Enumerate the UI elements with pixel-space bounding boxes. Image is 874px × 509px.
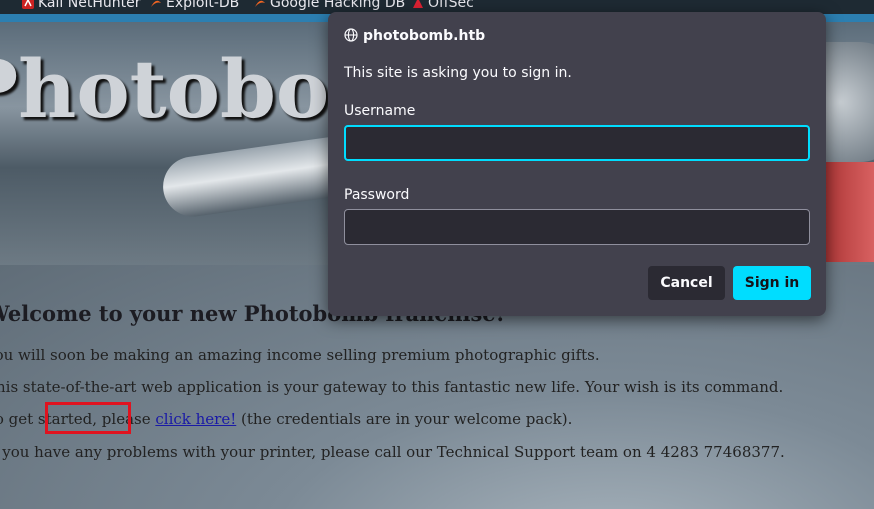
dialog-site: photobomb.htb (363, 28, 486, 44)
login-link[interactable]: click here! (155, 410, 236, 428)
dialog-message: This site is asking you to sign in. (344, 65, 572, 81)
bookmark-google-hacking-db[interactable]: Google Hacking DB (254, 0, 405, 11)
intro-paragraph: You will soon be making an amazing incom… (0, 346, 600, 364)
printer-part-image (820, 162, 874, 262)
exploitdb-icon (151, 0, 161, 7)
username-label: Username (344, 103, 416, 119)
password-input[interactable] (344, 209, 810, 245)
sign-in-dialog: photobomb.htb This site is asking you to… (328, 12, 826, 316)
bookmark-kali-nethunter[interactable]: Kali NetHunter (22, 0, 140, 11)
dialog-title: photobomb.htb (344, 28, 485, 44)
offsec-icon (413, 0, 423, 8)
link-highlight-box (45, 402, 131, 434)
bookmark-offsec[interactable]: OffSec (412, 0, 474, 11)
support-paragraph: If you have any problems with your print… (0, 443, 785, 461)
bookmark-exploit-db[interactable]: Exploit-DB (150, 0, 239, 11)
password-label: Password (344, 187, 410, 203)
username-input[interactable] (344, 125, 810, 161)
globe-icon (344, 28, 358, 42)
intro-paragraph: This state-of-the-art web application is… (0, 378, 784, 396)
cancel-button[interactable]: Cancel (648, 266, 725, 300)
sign-in-button[interactable]: Sign in (733, 266, 811, 300)
ghdb-icon (255, 0, 265, 7)
kali-icon (22, 0, 34, 9)
